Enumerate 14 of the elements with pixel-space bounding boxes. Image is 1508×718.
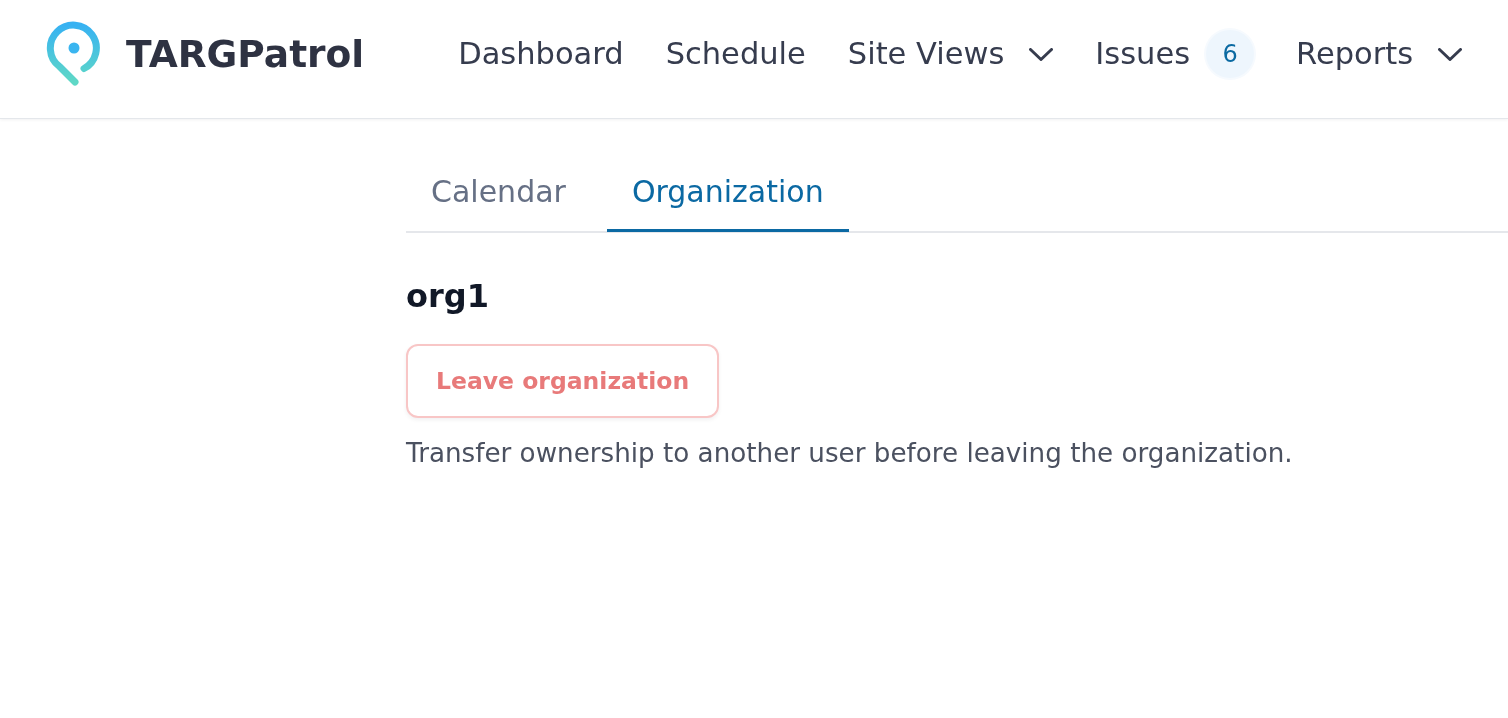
brand-name: TARGPatrol [126,32,365,76]
organization-name: org1 [406,277,489,315]
tab[interactable]: Organization [606,174,849,232]
tab[interactable]: Calendar [406,174,591,232]
nav-link[interactable]: Issues 6 [1095,30,1255,78]
count-badge: 6 [1206,30,1255,78]
nav-link[interactable]: Schedule [665,36,806,72]
location-pin-icon [46,21,102,87]
nav-menu-button[interactable]: Reports [1296,36,1463,72]
chevron-down-icon [1029,47,1054,61]
chevron-down-icon [1438,47,1463,61]
nav-menu-button[interactable]: Site Views [847,36,1054,72]
help-text: Transfer ownership to another user before leaving the organization. [406,438,1293,468]
nav-link[interactable]: Dashboard [458,36,624,72]
